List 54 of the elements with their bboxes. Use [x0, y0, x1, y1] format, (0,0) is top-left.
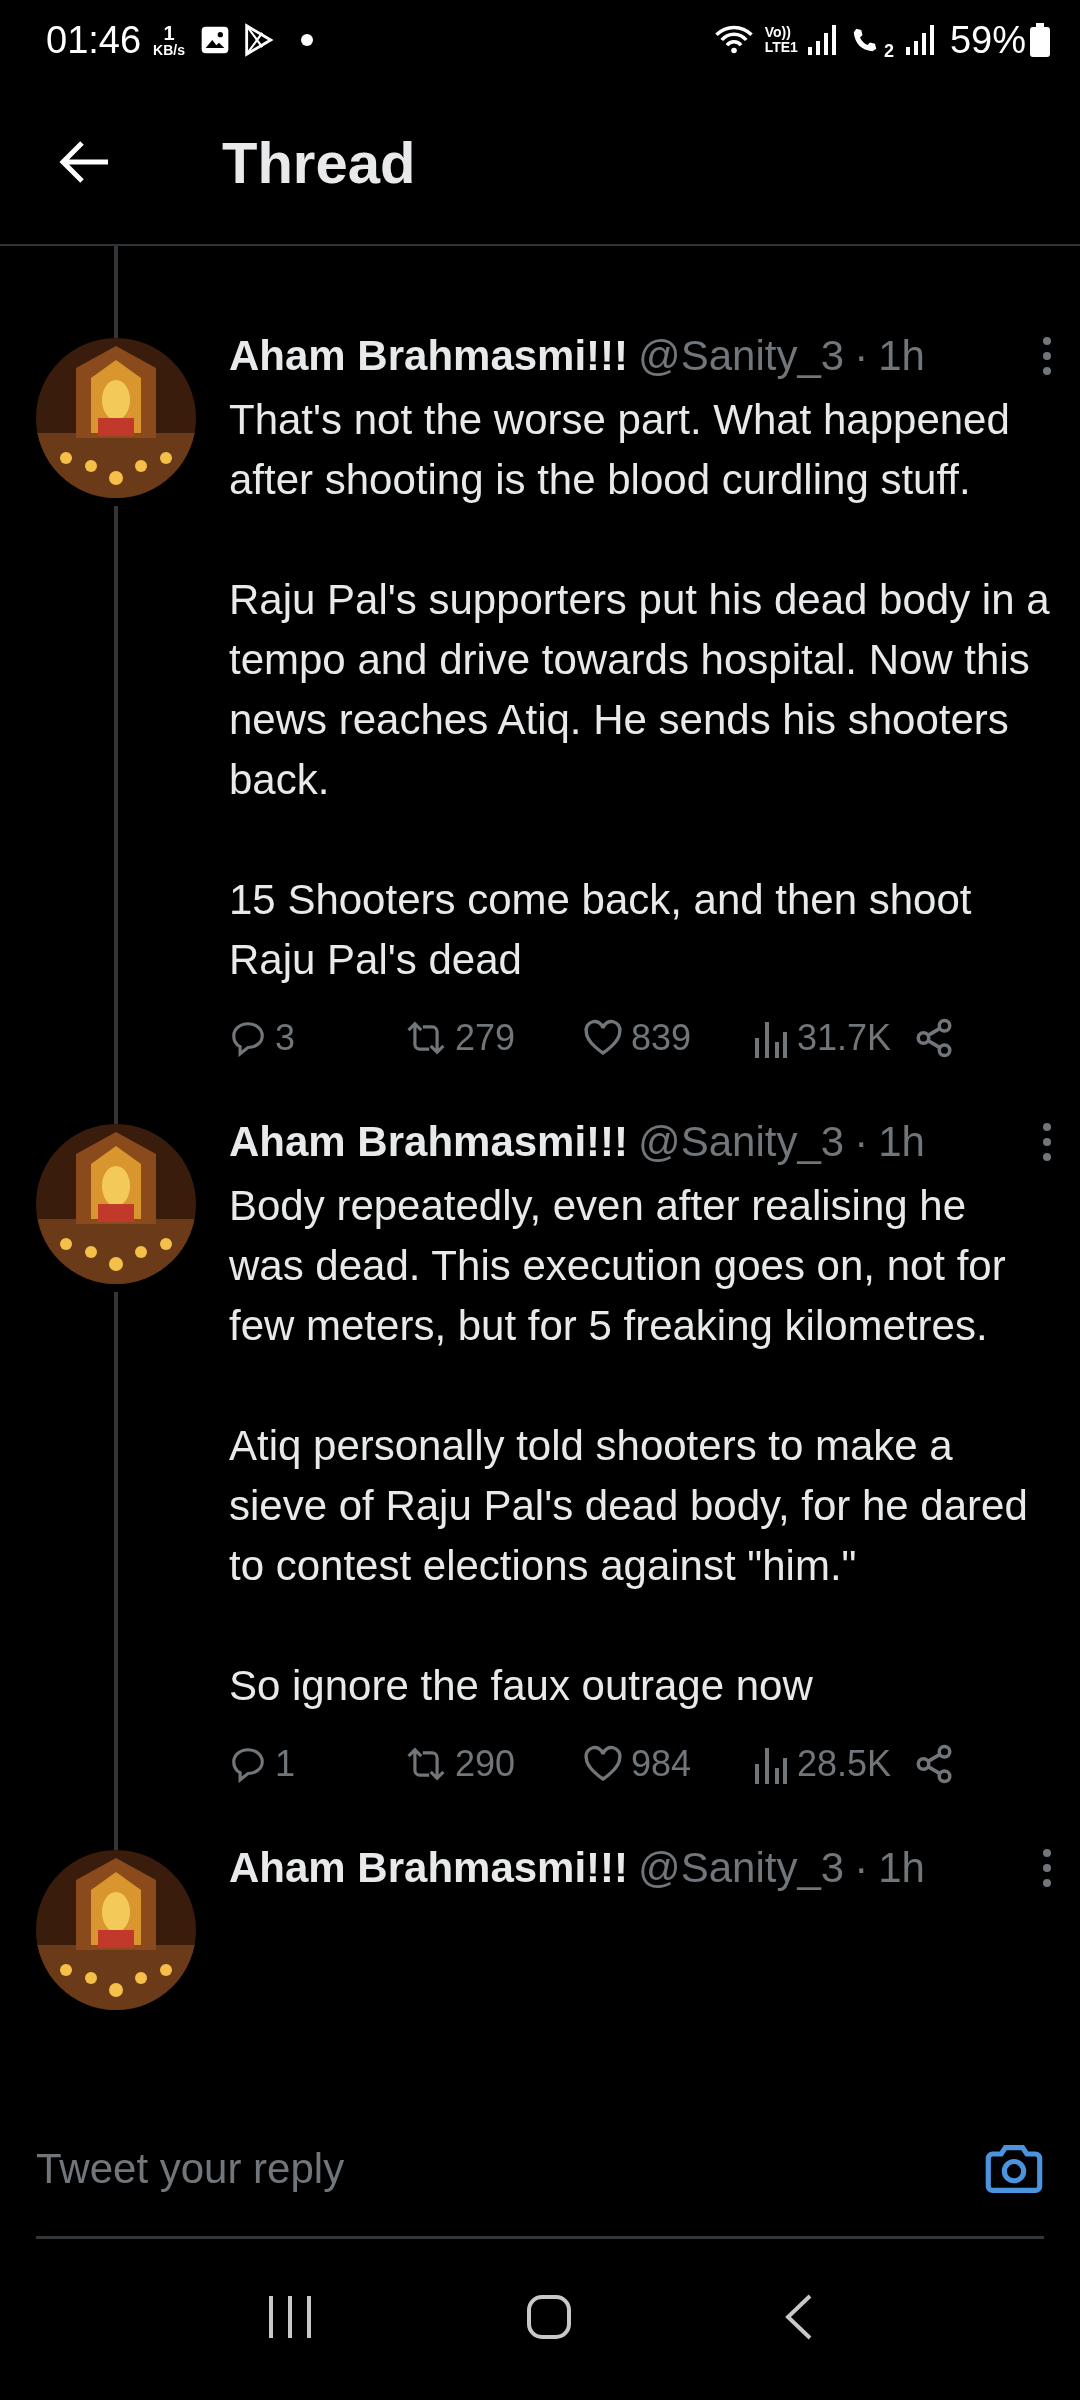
back-icon[interactable]	[785, 2293, 814, 2340]
post-text: Atiq personally told shooters to make a sieve of Raju Pal's dead body, for he dared to contest elections against "him."	[229, 1421, 1029, 1591]
post-text: So ignore the faux outrage now	[229, 1661, 814, 1711]
heart-icon[interactable]	[583, 1019, 623, 1057]
post-time: 1h	[878, 332, 925, 380]
post-text: Body repeatedly, even after realising he was dead. This execution goes on, not for few meters, but for 5 freaking kilometres.	[229, 1181, 1007, 1351]
view-count: 28.5K	[797, 1743, 892, 1785]
page-title: Thread	[222, 128, 416, 196]
post-text: Raju Pal's supporters put his dead body in a tempo and drive towards hospital. Now this news reaches Atiq. He sends his shooters back.	[229, 575, 1051, 805]
user-handle[interactable]: @Sanity_3	[638, 1118, 845, 1166]
author-name[interactable]: Aham Brahmasmi!!!	[229, 1118, 629, 1166]
separator-dot: ·	[854, 1118, 869, 1166]
home-icon[interactable]	[526, 2293, 572, 2340]
more-icon[interactable]	[1042, 1848, 1052, 1888]
author-name[interactable]: Aham Brahmasmi!!!	[229, 332, 629, 380]
reply-input[interactable]: Tweet your reply	[36, 2145, 984, 2193]
author-name[interactable]: Aham Brahmasmi!!!	[229, 1844, 629, 1892]
network-speed: 1	[163, 23, 175, 43]
network-speed-unit: KB/s	[153, 43, 185, 57]
separator-dot: ·	[854, 332, 869, 380]
view-count: 31.7K	[797, 1017, 892, 1059]
sim-number: 2	[883, 40, 894, 62]
like-count: 984	[631, 1743, 692, 1785]
user-handle[interactable]: @Sanity_3	[638, 332, 845, 380]
post-text: That's not the worse part. What happened after shooting is the blood curdling stuff.	[229, 395, 1011, 505]
lte-label: LTE1	[764, 40, 798, 55]
battery-icon	[1030, 23, 1050, 57]
signal-icon	[905, 25, 934, 55]
retweet-icon[interactable]	[405, 1019, 447, 1057]
post-time: 1h	[878, 1118, 925, 1166]
back-icon[interactable]	[58, 140, 110, 184]
separator-dot: ·	[854, 1844, 869, 1892]
reply-count: 3	[275, 1017, 296, 1059]
clock: 01:46	[46, 18, 142, 62]
heart-icon[interactable]	[583, 1745, 623, 1783]
reply-count: 1	[275, 1743, 296, 1785]
more-icon[interactable]	[1042, 336, 1052, 376]
signal-icon	[807, 25, 836, 55]
retweet-count: 290	[455, 1743, 516, 1785]
reply-icon[interactable]	[229, 1745, 267, 1783]
reply-icon[interactable]	[229, 1019, 267, 1057]
camera-icon[interactable]	[984, 2143, 1044, 2195]
post-text: 15 Shooters come back, and then shoot Raju Pal's dead	[229, 875, 973, 985]
dot-icon	[301, 34, 313, 46]
more-icon[interactable]	[1042, 1122, 1052, 1162]
post-time: 1h	[878, 1844, 925, 1892]
like-count: 839	[631, 1017, 692, 1059]
user-handle[interactable]: @Sanity_3	[638, 1844, 845, 1892]
retweet-icon[interactable]	[405, 1745, 447, 1783]
volte-label: Vo))	[764, 25, 792, 40]
image-icon	[199, 24, 231, 56]
recent-apps-icon[interactable]	[266, 2293, 313, 2340]
retweet-count: 279	[455, 1017, 516, 1059]
battery-percent: 59%	[949, 18, 1026, 62]
